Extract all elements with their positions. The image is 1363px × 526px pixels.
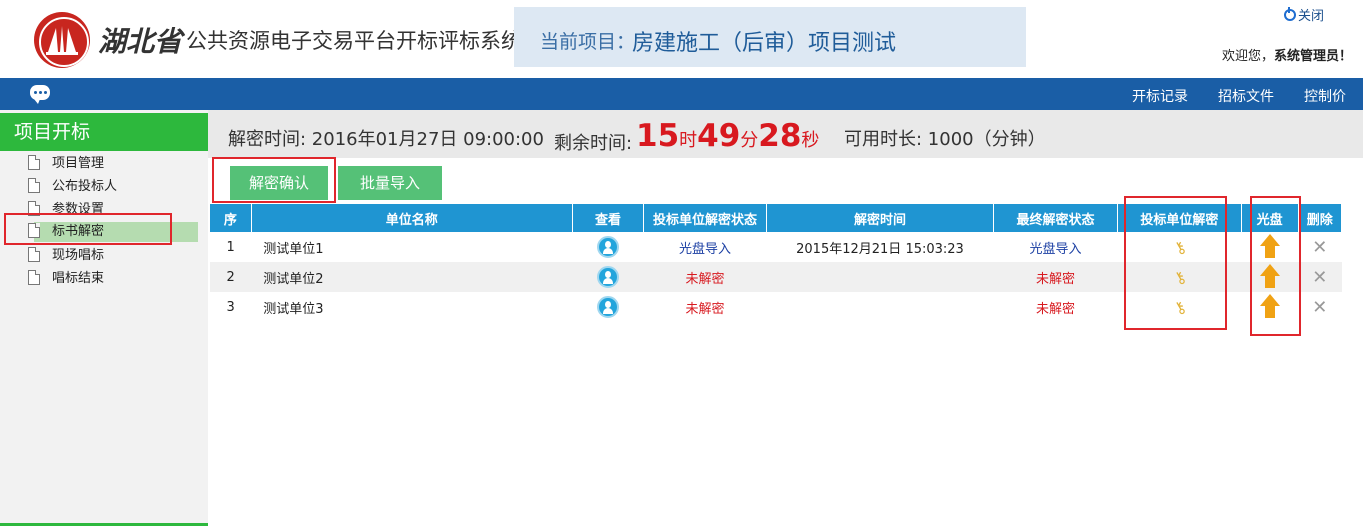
sidebar-item-label: 唱标结束 [52,271,105,286]
sidebar-item-bid-reading-end[interactable]: 唱标结束 [28,269,200,289]
sidebar-title: 项目开标 [0,113,208,151]
document-icon [28,247,40,262]
delete-icon[interactable]: ✕ [1312,297,1327,318]
row-index: 2 [210,262,252,292]
timer-minutes-unit: 分 [740,130,759,151]
brand-system-name: 公共资源电子交易平台开标评标系统 [186,29,523,53]
sidebar-item-onsite-bid-reading[interactable]: 现场唱标 [28,246,200,266]
sidebar-item-label: 现场唱标 [52,248,105,263]
welcome-text: 欢迎您，系统管理员！ [1222,45,1352,64]
batch-import-button[interactable]: 批量导入 [338,166,442,200]
row-decrypt-time [766,262,994,292]
header: 湖北省 公共资源电子交易平台开标评标系统 当前项目： 房建施工（后审）项目测试 关… [0,0,1363,78]
row-index: 1 [226,239,235,255]
decrypt-time: 解密时间: 2016年01月27日 09:00:00 [228,129,544,150]
current-project-label: 当前项目： [540,31,636,53]
top-navbar: 开标记录 招标文件 控制价 [0,78,1363,110]
row-final-status: 未解密 [1035,301,1075,317]
highlight-box-disc-column [1250,196,1301,336]
nav-opening-records[interactable]: 开标记录 [1132,86,1188,106]
row-unit-name: 测试单位1 [263,241,324,257]
nav-tender-documents[interactable]: 招标文件 [1218,86,1274,106]
col-final-status: 最终解密状态 [993,204,1118,232]
close-button[interactable]: 关闭 [1284,5,1324,24]
document-icon [28,270,40,285]
logo-emblem [34,12,90,68]
countdown-timer: 15时49分28秒 [636,118,819,154]
row-decrypt-time: 2015年12月21日 15:03:23 [796,241,964,257]
nav-control-price[interactable]: 控制价 [1304,86,1346,106]
view-user-icon[interactable] [596,236,619,258]
sidebar: 项目开标 项目管理 公布投标人 参数设置 标书解密 现场唱标 唱标结束 [0,110,208,526]
available-duration: 可用时长: 1000（分钟） [844,129,1046,150]
document-icon [28,155,40,170]
view-user-icon[interactable] [596,296,619,318]
col-unit-name: 单位名称 [251,204,573,232]
current-project-box: 当前项目： 房建施工（后审）项目测试 [514,7,1026,67]
row-decrypt-status: 未解密 [685,301,725,317]
row-index: 3 [226,299,235,315]
col-bidder-decrypt-status: 投标单位解密状态 [643,204,767,232]
decrypt-info-bar: 解密时间: 2016年01月27日 09:00:00 剩余时间: 15时49分2… [208,110,1363,158]
brand-province: 湖北省 [98,25,183,58]
row-decrypt-status: 未解密 [643,262,767,292]
row-final-status: 光盘导入 [1029,241,1082,257]
timer-seconds-unit: 秒 [801,130,820,151]
row-decrypt-status: 光盘导入 [678,241,731,257]
chat-icon[interactable] [30,85,50,104]
sidebar-item-publish-bidders[interactable]: 公布投标人 [28,177,200,197]
col-index: 序 [210,204,252,232]
brand-title: 湖北省 公共资源电子交易平台开标评标系统 [98,20,522,60]
main-content: 解密时间: 2016年01月27日 09:00:00 剩余时间: 15时49分2… [208,110,1363,526]
sidebar-item-project-management[interactable]: 项目管理 [28,154,200,174]
highlight-box-decrypt-column [1124,196,1227,330]
timer-minutes: 49 [697,118,741,154]
current-project-name: 房建施工（后审）项目测试 [632,31,897,56]
view-user-icon[interactable] [596,266,619,288]
timer-seconds: 28 [758,118,802,154]
timer-hours-unit: 时 [679,130,698,151]
close-label: 关闭 [1298,9,1325,24]
welcome-label: 欢迎您， [1222,49,1275,64]
row-decrypt-time [766,292,993,322]
col-view: 查看 [572,204,645,232]
sidebar-item-label: 公布投标人 [52,179,118,194]
current-user: 系统管理员！ [1274,49,1353,64]
remaining-time-label: 剩余时间: [554,133,633,154]
delete-icon[interactable]: ✕ [1312,237,1327,258]
highlight-box-confirm [212,157,336,203]
power-icon [1284,7,1296,21]
timer-hours: 15 [636,118,680,154]
row-final-status: 未解密 [993,262,1118,292]
sidebar-item-label: 项目管理 [52,156,105,171]
highlight-box-sidebar [4,213,172,245]
delete-icon[interactable]: ✕ [1312,267,1327,288]
row-unit-name: 测试单位3 [263,301,324,317]
row-unit-name: 测试单位2 [251,262,573,292]
col-decrypt-time: 解密时间 [766,204,995,232]
col-delete: 删除 [1298,204,1343,232]
document-icon [28,178,40,193]
